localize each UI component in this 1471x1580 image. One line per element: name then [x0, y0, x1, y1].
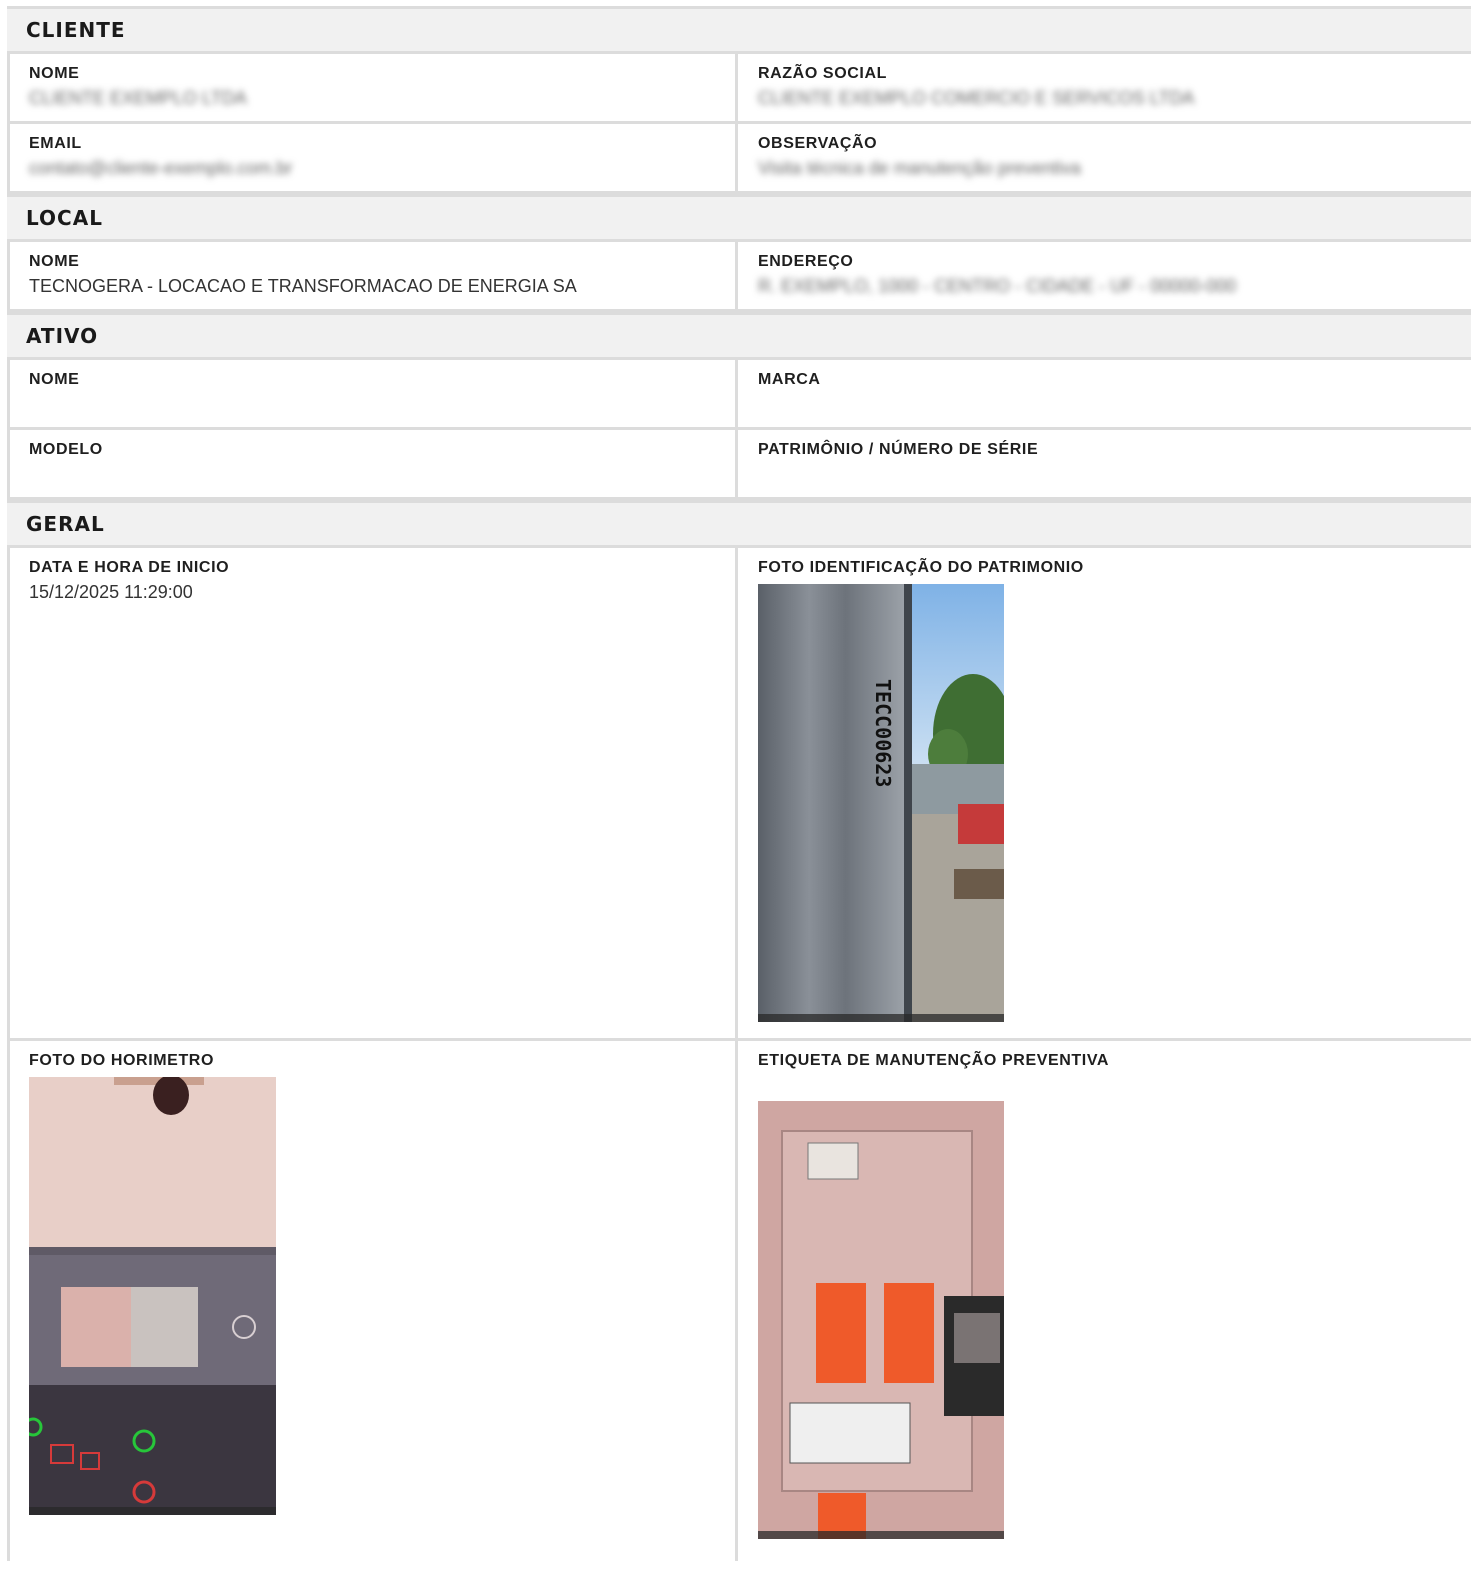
- local-nome-cell: NOME TECNOGERA - LOCACAO E TRANSFORMACAO…: [7, 242, 738, 309]
- field-label: EMAIL: [29, 135, 82, 152]
- local-row-1: NOME TECNOGERA - LOCACAO E TRANSFORMACAO…: [7, 242, 1471, 312]
- geral-foto-patrimonio-cell: FOTO IDENTIFICAÇÃO DO PATRIMONIO TECC006…: [738, 548, 1471, 1038]
- field-label: FOTO IDENTIFICAÇÃO DO PATRIMONIO: [758, 559, 1084, 576]
- cliente-row-1: NOME CLIENTE EXEMPLO LTDA RAZÃO SOCIAL C…: [7, 54, 1471, 124]
- geral-data-value: 15/12/2025 11:29:00: [29, 582, 193, 602]
- field-label: FOTO DO HORIMETRO: [29, 1052, 215, 1069]
- photo-patrimonio-text: TECC00623: [871, 679, 895, 787]
- field-label: ENDEREÇO: [758, 253, 854, 270]
- field-label: PATRIMÔNIO / NÚMERO DE SÉRIE: [758, 441, 1039, 458]
- section-header-cliente: CLIENTE: [7, 6, 1471, 54]
- local-endereco-value: R. EXEMPLO, 1000 - CENTRO - CIDADE - UF …: [758, 276, 1237, 296]
- cliente-nome-cell: NOME CLIENTE EXEMPLO LTDA: [7, 54, 738, 121]
- photo-etiqueta[interactable]: [758, 1101, 1004, 1539]
- field-label: OBSERVAÇÃO: [758, 135, 878, 152]
- ativo-nome-cell: NOME: [7, 360, 738, 427]
- section-header-geral: GERAL: [7, 500, 1471, 548]
- field-label: ETIQUETA DE MANUTENÇÃO PREVENTIVA: [758, 1052, 1110, 1069]
- geral-data-cell: DATA E HORA DE INICIO 15/12/2025 11:29:0…: [7, 548, 738, 1038]
- photo-patrimonio-image: TECC00623: [758, 584, 1004, 1022]
- cliente-obs-value: Visita técnica de manutenção preventiva: [758, 158, 1081, 178]
- field-label: RAZÃO SOCIAL: [758, 65, 887, 82]
- field-label: NOME: [29, 371, 80, 388]
- photo-timestamp: [758, 1531, 1004, 1539]
- geral-foto-horimetro-cell: FOTO DO HORIMETRO: [7, 1041, 738, 1561]
- section-header-local: LOCAL: [7, 194, 1471, 242]
- cliente-email-cell: EMAIL contato@cliente-exemplo.com.br: [7, 124, 738, 191]
- ativo-marca-cell: MARCA: [738, 360, 1471, 427]
- geral-row-1: DATA E HORA DE INICIO 15/12/2025 11:29:0…: [7, 548, 1471, 1041]
- ativo-row-1: NOME MARCA: [7, 360, 1471, 430]
- photo-horimetro-image: [29, 1077, 276, 1515]
- local-nome-value: TECNOGERA - LOCACAO E TRANSFORMACAO DE E…: [29, 276, 577, 296]
- field-label: NOME: [29, 253, 80, 270]
- field-label: NOME: [29, 65, 80, 82]
- ativo-row-2: MODELO PATRIMÔNIO / NÚMERO DE SÉRIE: [7, 430, 1471, 500]
- ativo-patrimonio-cell: PATRIMÔNIO / NÚMERO DE SÉRIE: [738, 430, 1471, 497]
- section-header-ativo: ATIVO: [7, 312, 1471, 360]
- ativo-modelo-cell: MODELO: [7, 430, 738, 497]
- cliente-row-2: EMAIL contato@cliente-exemplo.com.br OBS…: [7, 124, 1471, 194]
- cliente-obs-cell: OBSERVAÇÃO Visita técnica de manutenção …: [738, 124, 1471, 191]
- photo-timestamp: [758, 1014, 1004, 1022]
- photo-etiqueta-image: [758, 1101, 1004, 1539]
- field-label: DATA E HORA DE INICIO: [29, 559, 230, 576]
- photo-timestamp: [29, 1507, 276, 1515]
- cliente-razao-value: CLIENTE EXEMPLO COMERCIO E SERVICOS LTDA: [758, 88, 1195, 108]
- field-label: MARCA: [758, 371, 821, 388]
- geral-foto-etiqueta-cell: ETIQUETA DE MANUTENÇÃO PREVENTIVA: [738, 1041, 1471, 1561]
- local-endereco-cell: ENDEREÇO R. EXEMPLO, 1000 - CENTRO - CID…: [738, 242, 1471, 309]
- geral-row-2: FOTO DO HORIMETRO ETIQUETA DE MANUTENÇÃO…: [7, 1041, 1471, 1561]
- photo-horimetro[interactable]: [29, 1077, 276, 1515]
- service-report-form: CLIENTE NOME CLIENTE EXEMPLO LTDA RAZÃO …: [7, 6, 1471, 1561]
- cliente-nome-value: CLIENTE EXEMPLO LTDA: [29, 88, 247, 108]
- field-label: MODELO: [29, 441, 103, 458]
- cliente-email-value: contato@cliente-exemplo.com.br: [29, 158, 293, 178]
- photo-patrimonio[interactable]: TECC00623: [758, 584, 1004, 1022]
- cliente-razao-cell: RAZÃO SOCIAL CLIENTE EXEMPLO COMERCIO E …: [738, 54, 1471, 121]
